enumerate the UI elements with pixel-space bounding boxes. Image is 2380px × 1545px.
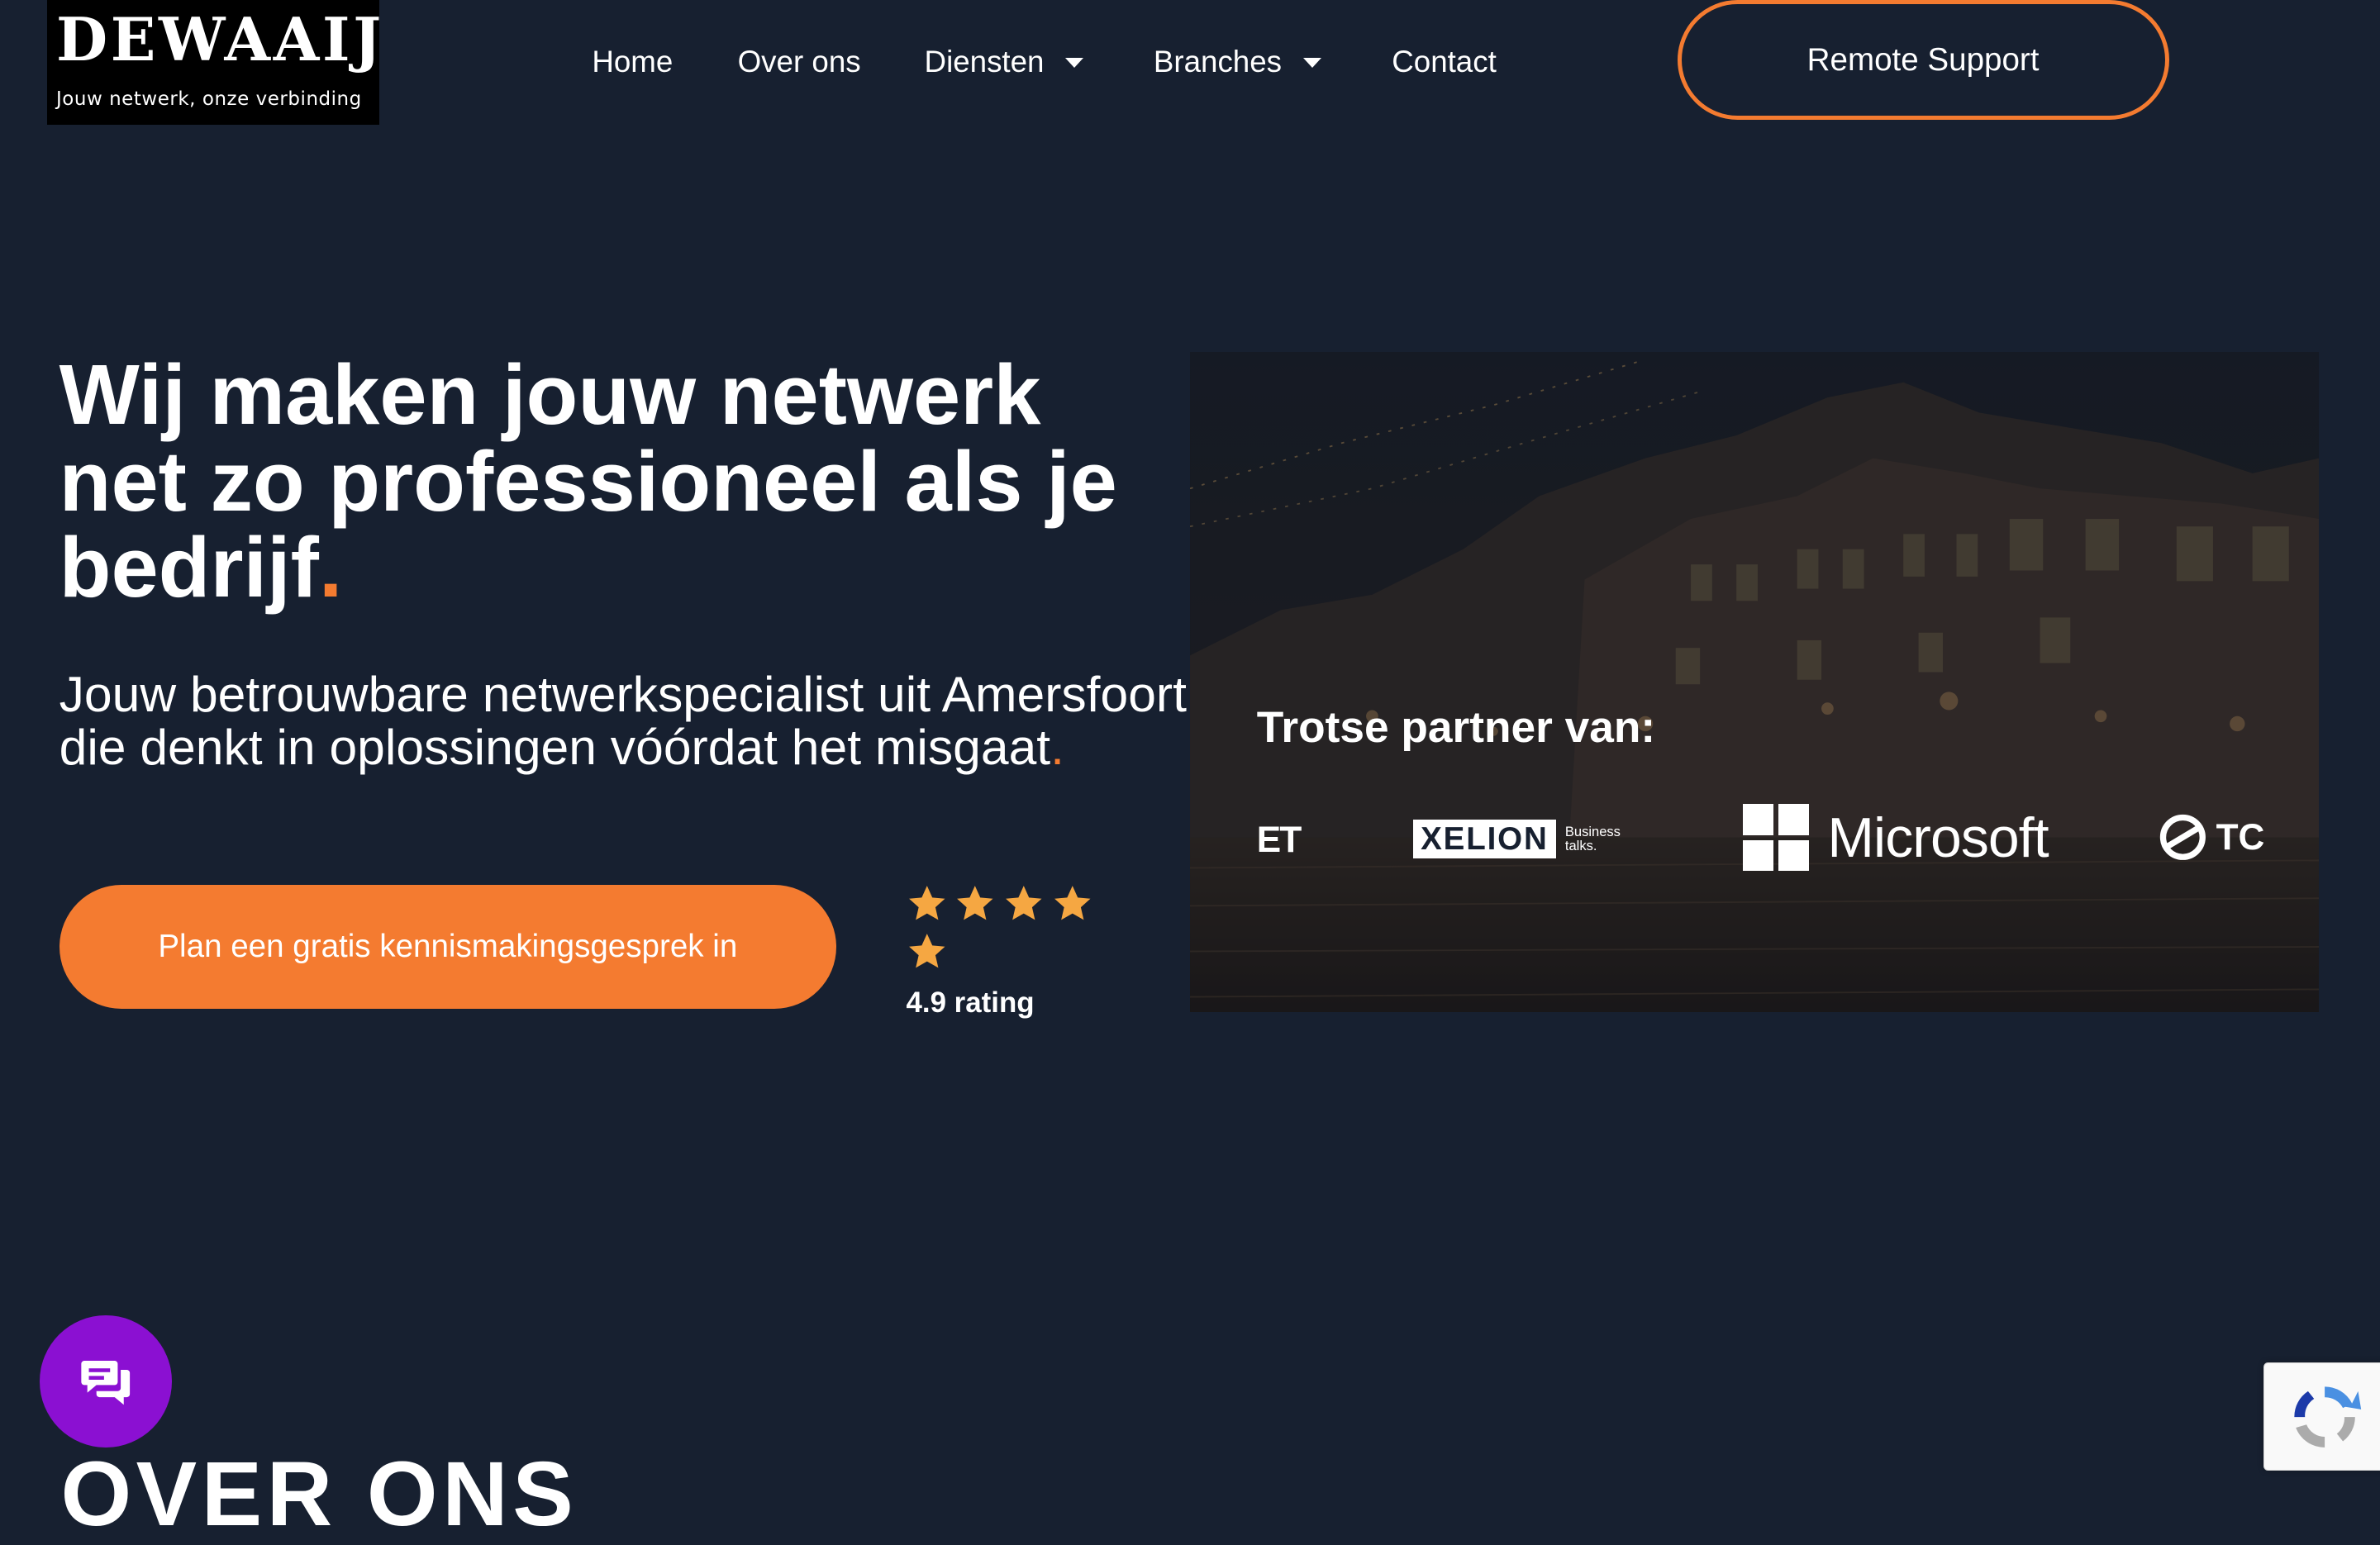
nav-diensten-label: Diensten (924, 45, 1045, 79)
recaptcha-badge[interactable] (2263, 1362, 2380, 1471)
hero-subtitle-text: Jouw betrouwbare netwerkspecialist uit A… (59, 666, 1187, 776)
nav-contact[interactable]: Contact (1392, 42, 1497, 82)
nav-contact-label: Contact (1392, 45, 1497, 79)
nav-branches[interactable]: Branches (1154, 42, 1321, 82)
hero-subtitle-dot: . (1050, 719, 1064, 776)
nav-branches-label: Branches (1153, 45, 1283, 79)
microsoft-wordmark: Microsoft (1827, 806, 2049, 869)
logo-tagline: Jouw netwerk, onze verbinding (55, 88, 362, 110)
partner-logo-xelion: XELION Business talks. (1412, 819, 1621, 862)
nav-home[interactable]: Home (592, 42, 673, 82)
chat-bubble-icon (81, 1360, 131, 1405)
site-logo[interactable]: DEWAAIJ Jouw netwerk, onze verbinding (46, 0, 381, 125)
nav-over-ons-label: Over ons (737, 45, 861, 79)
hero-title: Wij maken jouw netwerk net zo profession… (60, 351, 1183, 611)
hero-street-image (1189, 352, 2320, 1013)
hero-title-text: Wij maken jouw netwerk net zo profession… (59, 347, 1117, 616)
plan-meeting-button[interactable]: Plan een gratis kennismakingsgesprek in (59, 884, 836, 1010)
remote-support-button[interactable]: Remote Support (1677, 0, 2169, 121)
star-icon (908, 933, 945, 967)
tc-wordmark: TC (2216, 816, 2265, 858)
partners-title: Trotse partner van: (1256, 703, 1656, 753)
caret-down-icon (1302, 57, 1321, 68)
street-scene-illustration (1189, 352, 2320, 1013)
partner-logo-tc: TC (2159, 813, 2265, 862)
caret-down-icon (1065, 57, 1084, 68)
star-icon (957, 886, 993, 920)
nav-over-ons[interactable]: Over ons (738, 42, 861, 82)
star-icon (1006, 886, 1042, 920)
xelion-tagline-bottom: talks. (1564, 837, 1597, 853)
recaptcha-icon (2294, 1386, 2362, 1448)
partner-logo-et: ET (1256, 819, 1302, 860)
chat-widget-button[interactable] (39, 1315, 172, 1448)
nav-diensten[interactable]: Diensten (925, 42, 1084, 82)
rating-stars (907, 883, 1104, 978)
hero-title-dot: . (318, 520, 343, 616)
rating-text: 4.9 rating (906, 986, 1035, 1019)
microsoft-windows-icon (1742, 804, 1810, 872)
section-heading-over-ons: OVER ONS (60, 1443, 578, 1545)
logo-title: DEWAAIJ (55, 4, 384, 74)
hero-subtitle: Jouw betrouwbare netwerkspecialist uit A… (60, 668, 1190, 774)
xelion-wordmark: XELION (1412, 819, 1556, 859)
nav-home-label: Home (592, 45, 674, 79)
xelion-tagline: Business talks. (1565, 825, 1621, 853)
tc-logo-icon (2159, 815, 2206, 861)
star-icon (908, 886, 945, 920)
partner-logo-microsoft: Microsoft (1742, 801, 2049, 874)
star-icon (1054, 886, 1091, 920)
